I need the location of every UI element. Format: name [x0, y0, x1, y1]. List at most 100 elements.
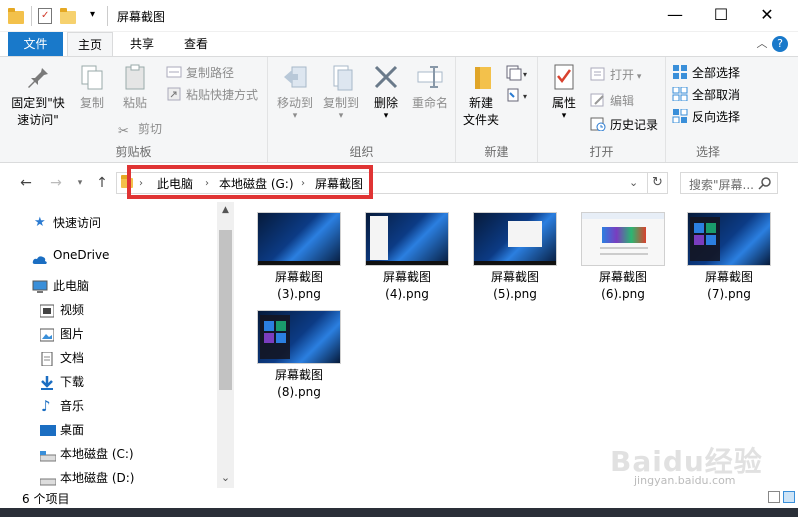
pin-label-line2: 速访问"	[17, 113, 59, 127]
file-thumbnail	[365, 212, 449, 266]
nav-item-desktop[interactable]: 桌面	[0, 419, 217, 441]
search-icon[interactable]	[757, 176, 773, 192]
forward-arrow-icon[interactable]: →	[46, 173, 66, 193]
large-icons-view-icon[interactable]	[783, 491, 795, 503]
pin-label-line1: 固定到"快	[11, 96, 65, 110]
rename-label: 重命名	[411, 96, 448, 110]
cut-button[interactable]: ✂ 剪切	[118, 119, 162, 139]
delete-button[interactable]: 删除 ▾	[366, 63, 406, 121]
tab-file[interactable]: 文件	[8, 32, 63, 56]
copy-path-button[interactable]: 复制路径	[166, 63, 234, 83]
group-new: 新建 文件夹 ▾ ▾ 新建	[456, 57, 538, 162]
recent-locations-icon[interactable]: ▾	[70, 173, 90, 193]
folder-icon	[121, 175, 133, 188]
invert-selection-button[interactable]: 反向选择	[672, 107, 740, 127]
breadcrumb-item[interactable]: 本地磁盘 (G:)	[219, 176, 294, 192]
copy-to-button[interactable]: 复制到 ▾	[318, 63, 364, 121]
refresh-icon[interactable]: ↻	[647, 172, 667, 194]
select-none-button[interactable]: 全部取消	[672, 85, 740, 105]
history-icon	[590, 117, 606, 132]
address-bar[interactable]: › 此电脑 › 本地磁盘 (G:) › 屏幕截图 ⌄ ↻	[116, 172, 668, 194]
chevron-up-icon[interactable]: ︿	[754, 36, 770, 52]
paste-shortcut-button[interactable]: 粘贴快捷方式	[166, 85, 258, 105]
invert-selection-icon	[672, 108, 688, 124]
address-dropdown-icon[interactable]: ⌄	[629, 176, 638, 189]
nav-item-drive-d[interactable]: 本地磁盘 (D:)	[0, 467, 217, 489]
file-item[interactable]: 屏幕截图 (7).png	[681, 212, 777, 303]
chevron-right-icon[interactable]: ›	[139, 176, 143, 192]
file-item[interactable]: 屏幕截图 (3).png	[251, 212, 347, 303]
up-arrow-icon[interactable]: ↑	[92, 173, 112, 193]
folder-icon	[8, 8, 24, 24]
new-folder-button[interactable]: 新建 文件夹	[458, 63, 504, 129]
delete-label: 删除	[373, 96, 398, 110]
file-item[interactable]: 屏幕截图 (8).png	[251, 310, 347, 401]
scroll-up-icon[interactable]: ▲	[217, 202, 234, 218]
drive-icon	[39, 447, 57, 462]
video-icon	[39, 303, 55, 318]
nav-item-quick-access[interactable]: ★ 快速访问	[0, 212, 217, 234]
easy-access-dropdown-icon[interactable]: ▾	[506, 87, 530, 103]
close-button[interactable]: ✕	[744, 0, 790, 32]
nav-item-pictures[interactable]: 图片	[0, 323, 217, 345]
open-icon	[590, 67, 606, 81]
nav-item-drive-c[interactable]: 本地磁盘 (C:)	[0, 443, 217, 465]
nav-item-videos[interactable]: 视频	[0, 299, 217, 321]
tab-home[interactable]: 主页	[67, 32, 113, 57]
edit-button[interactable]: 编辑	[590, 91, 634, 111]
file-item[interactable]: 屏幕截图 (4).png	[359, 212, 455, 303]
status-bar: 6 个项目	[0, 488, 798, 508]
maximize-button[interactable]: ☐	[698, 0, 744, 32]
pin-icon	[25, 63, 51, 91]
minimize-button[interactable]: —	[652, 0, 698, 32]
copy-icon	[79, 63, 105, 91]
search-input[interactable]: 搜索"屏幕...	[680, 172, 778, 194]
navigation-scrollbar[interactable]: ▲ ⌄	[217, 202, 234, 488]
help-icon[interactable]: ?	[772, 36, 788, 52]
nav-item-onedrive[interactable]: OneDrive	[0, 244, 217, 266]
properties-label: 属性	[551, 96, 576, 110]
chevron-right-icon[interactable]: ›	[205, 176, 209, 192]
quick-access-dropdown-icon[interactable]: ▾	[90, 9, 95, 20]
copy-label: 复制	[79, 96, 104, 110]
scroll-down-icon[interactable]: ⌄	[217, 470, 234, 486]
breadcrumb-item[interactable]: 此电脑	[157, 176, 193, 192]
paste-button[interactable]: 粘贴	[113, 63, 157, 112]
group-label-open: 打开	[589, 145, 614, 159]
open-button[interactable]: 打开 ▾	[590, 65, 641, 85]
copy-path-label: 复制路径	[186, 66, 235, 80]
select-all-button[interactable]: 全部选择	[672, 63, 740, 83]
new-folder-quick-icon[interactable]	[60, 8, 76, 24]
pin-to-quick-access-button[interactable]: 固定到"快 速访问"	[6, 63, 70, 129]
nav-item-music[interactable]: ♪ 音乐	[0, 395, 217, 417]
history-button[interactable]: 历史记录	[590, 115, 658, 135]
group-select: 全部选择 全部取消 反向选择 选择	[666, 57, 750, 162]
nav-item-this-pc[interactable]: 此电脑	[0, 275, 217, 297]
move-to-button[interactable]: 移动到 ▾	[272, 63, 318, 121]
nav-item-label: 视频	[60, 303, 85, 317]
nav-item-downloads[interactable]: 下载	[0, 371, 217, 393]
group-label-clipboard: 剪贴板	[115, 145, 152, 159]
nav-item-label: 此电脑	[53, 279, 90, 293]
paste-label: 粘贴	[122, 96, 147, 110]
tab-view[interactable]: 查看	[170, 32, 222, 56]
chevron-down-icon: ▾	[292, 111, 298, 121]
properties-button[interactable]: 属性 ▾	[542, 63, 586, 121]
scrollbar-thumb[interactable]	[219, 230, 232, 390]
chevron-right-icon[interactable]: ›	[301, 176, 305, 192]
back-arrow-icon[interactable]: ←	[16, 173, 36, 193]
picture-icon	[39, 327, 55, 342]
search-placeholder: 搜索"屏幕...	[689, 178, 754, 192]
address-row: ← → ▾ ↑ › 此电脑 › 本地磁盘 (G:) › 屏幕截图 ⌄ ↻ 搜索"…	[0, 164, 798, 202]
breadcrumb-item[interactable]: 屏幕截图	[315, 176, 363, 192]
copy-button[interactable]: 复制	[70, 63, 114, 112]
details-view-icon[interactable]	[768, 491, 780, 503]
tab-share[interactable]: 共享	[119, 32, 165, 56]
properties-quick-icon[interactable]: ✓	[38, 8, 52, 24]
nav-item-documents[interactable]: 文档	[0, 347, 217, 369]
new-item-dropdown-icon[interactable]: ▾	[506, 65, 530, 81]
file-item[interactable]: 屏幕截图 (5).png	[467, 212, 563, 303]
file-name-line1: 屏幕截图	[274, 368, 323, 382]
rename-button[interactable]: 重命名	[406, 63, 454, 112]
file-item[interactable]: 屏幕截图 (6).png	[575, 212, 671, 303]
